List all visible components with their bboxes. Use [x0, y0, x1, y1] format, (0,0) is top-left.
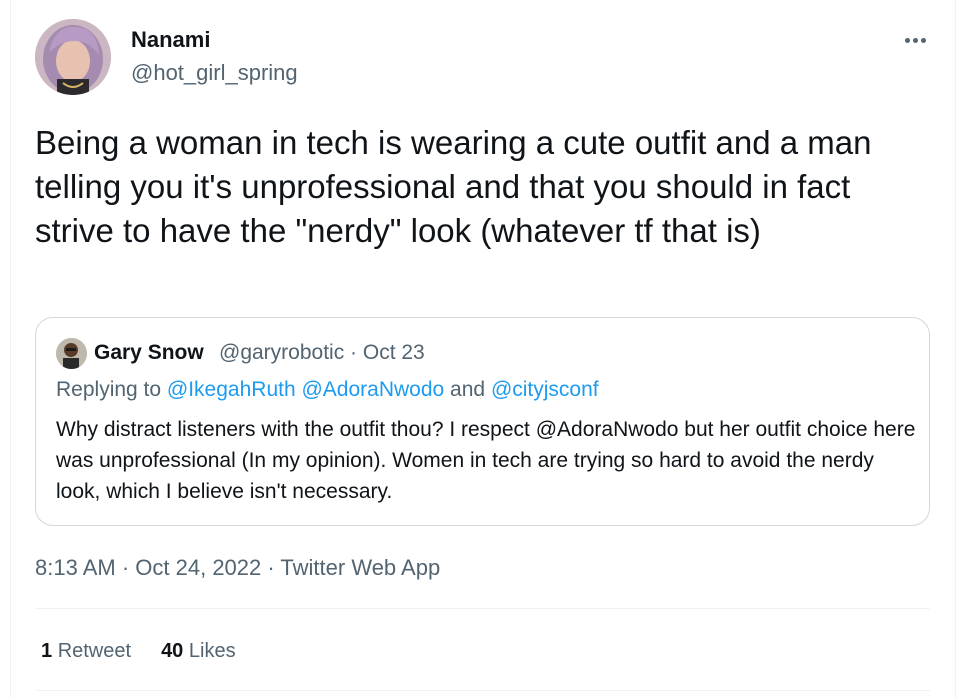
replying-user-link[interactable]: @cityjsconf	[491, 378, 599, 401]
author-name[interactable]: Nanami	[131, 27, 210, 53]
meta-separator: ·	[261, 555, 281, 580]
profile-photo-icon	[56, 338, 87, 369]
tweet-stats: 1 Retweet 40 Likes	[41, 640, 236, 663]
quoted-tweet-card[interactable]: Gary Snow @garyrobotic · Oct 23 Replying…	[35, 317, 930, 526]
retweets-label: Retweet	[57, 640, 132, 662]
replying-user-link[interactable]: @IkegahRuth	[167, 378, 296, 401]
more-dot-icon	[920, 37, 926, 43]
tweet-date-link[interactable]: Oct 24, 2022	[135, 555, 261, 580]
tweet-time-link[interactable]: 8:13 AM	[35, 555, 116, 580]
more-options-button[interactable]	[900, 28, 930, 52]
quoted-replying-to: Replying to @IkegahRuth @AdoraNwodo and …	[56, 378, 599, 402]
more-dot-icon	[912, 37, 918, 43]
replying-prefix: Replying to	[56, 378, 167, 401]
tweet-source-link[interactable]: Twitter Web App	[280, 555, 440, 580]
replying-user-link[interactable]: @AdoraNwodo	[301, 378, 444, 401]
likes-label: Likes	[188, 640, 236, 662]
likes-count: 40	[161, 640, 184, 662]
profile-photo-icon	[35, 19, 111, 95]
tweet-meta: 8:13 AM · Oct 24, 2022 · Twitter Web App	[35, 555, 440, 581]
author-avatar[interactable]	[35, 19, 111, 95]
quoted-author-avatar[interactable]	[56, 338, 87, 369]
likes-stat[interactable]: 40 Likes	[161, 640, 236, 663]
quoted-author-name[interactable]: Gary Snow	[94, 341, 204, 365]
author-handle[interactable]: @hot_girl_spring	[131, 60, 298, 86]
more-dot-icon	[904, 37, 910, 43]
retweets-stat[interactable]: 1 Retweet	[41, 640, 131, 663]
retweets-count: 1	[41, 640, 53, 662]
replying-and: and	[444, 378, 491, 401]
quoted-tweet-text: Why distract listeners with the outfit t…	[56, 418, 916, 503]
divider	[35, 690, 930, 691]
frame-border-right	[955, 0, 956, 698]
quoted-author-handle-date[interactable]: @garyrobotic · Oct 23	[219, 341, 425, 365]
meta-separator: ·	[115, 555, 136, 580]
divider	[35, 608, 930, 609]
frame-border-left	[10, 0, 11, 698]
tweet-text: Being a woman in tech is wearing a cute …	[35, 124, 872, 249]
